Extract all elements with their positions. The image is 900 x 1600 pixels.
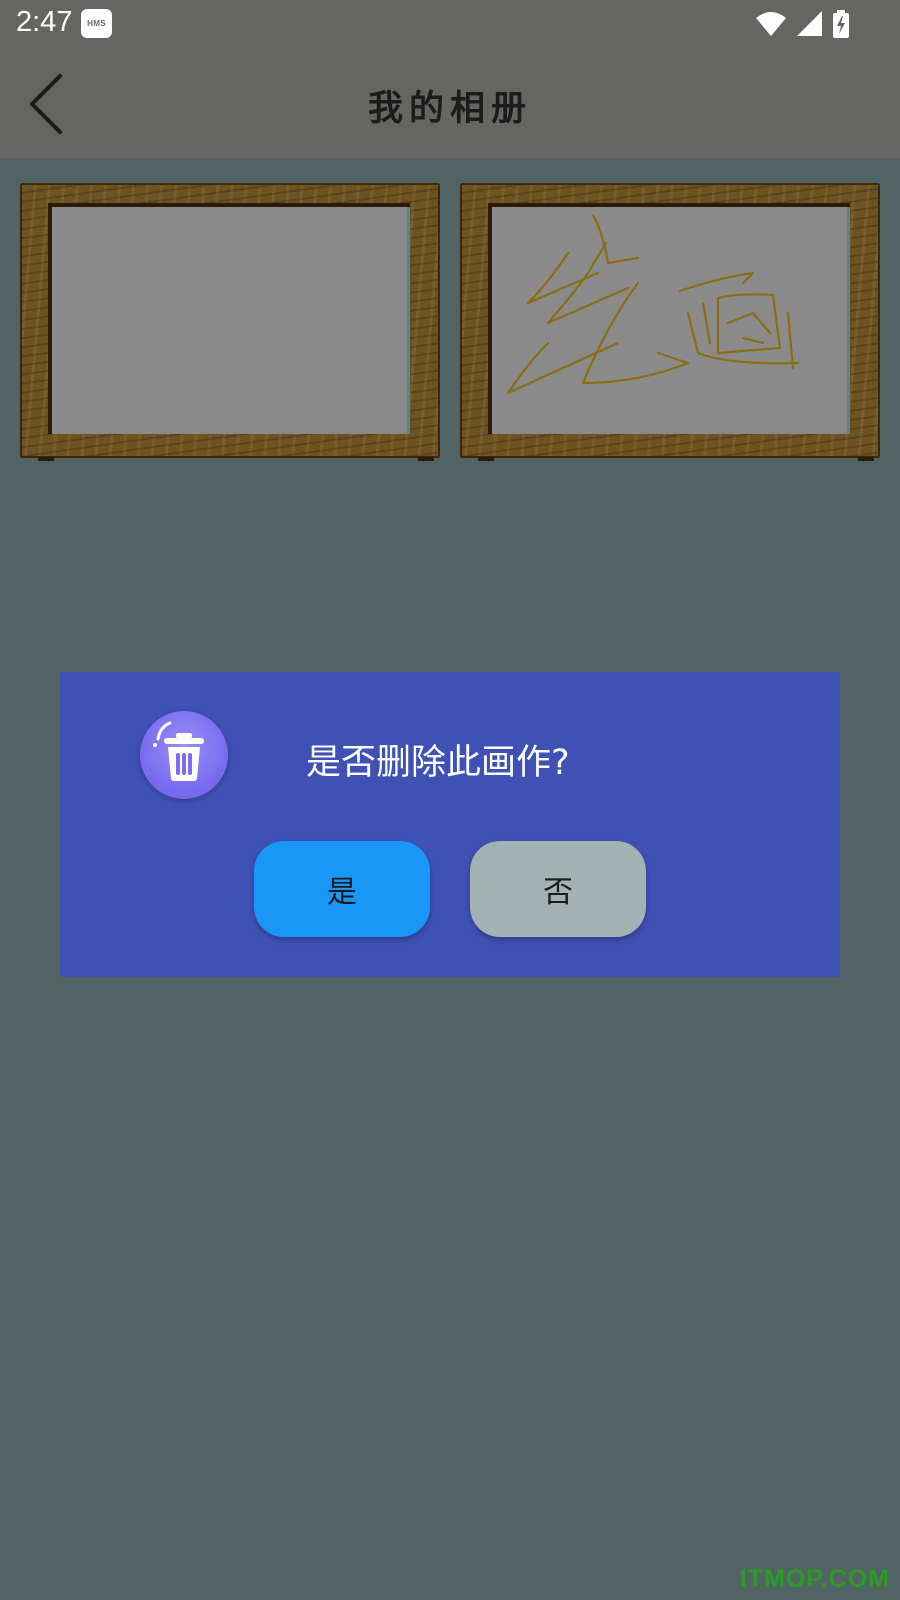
painting-canvas-1 [48,203,410,434]
frame-foot [38,457,54,461]
status-time: 2:47 [16,6,73,38]
signal-icon [797,11,822,36]
painting-canvas-2 [488,203,850,434]
app-bar: 我的相册 [0,50,900,158]
watermark: ITMOP.COM [739,1565,890,1593]
status-icons [756,10,850,38]
frame-foot [858,457,874,461]
delete-confirm-dialog: 是否删除此画作? 是 否 [60,672,840,977]
frame-foot [418,457,434,461]
confirm-delete-button[interactable]: 是 [254,841,430,937]
trash-badge [140,711,228,799]
painting-sketch [506,213,800,395]
page-title: 我的相册 [367,89,532,129]
trash-icon [153,721,204,781]
hms-badge: HMS [81,9,112,38]
dialog-message: 是否删除此画作? [306,743,570,783]
frame-foot [478,457,494,461]
battery-charging-icon [833,10,849,38]
cancel-delete-button[interactable]: 否 [470,841,646,937]
wifi-icon [756,12,786,36]
painting-thumbnail-1[interactable] [20,183,440,461]
status-bar: 2:47 HMS [0,0,900,50]
painting-thumbnail-2[interactable] [460,183,880,461]
